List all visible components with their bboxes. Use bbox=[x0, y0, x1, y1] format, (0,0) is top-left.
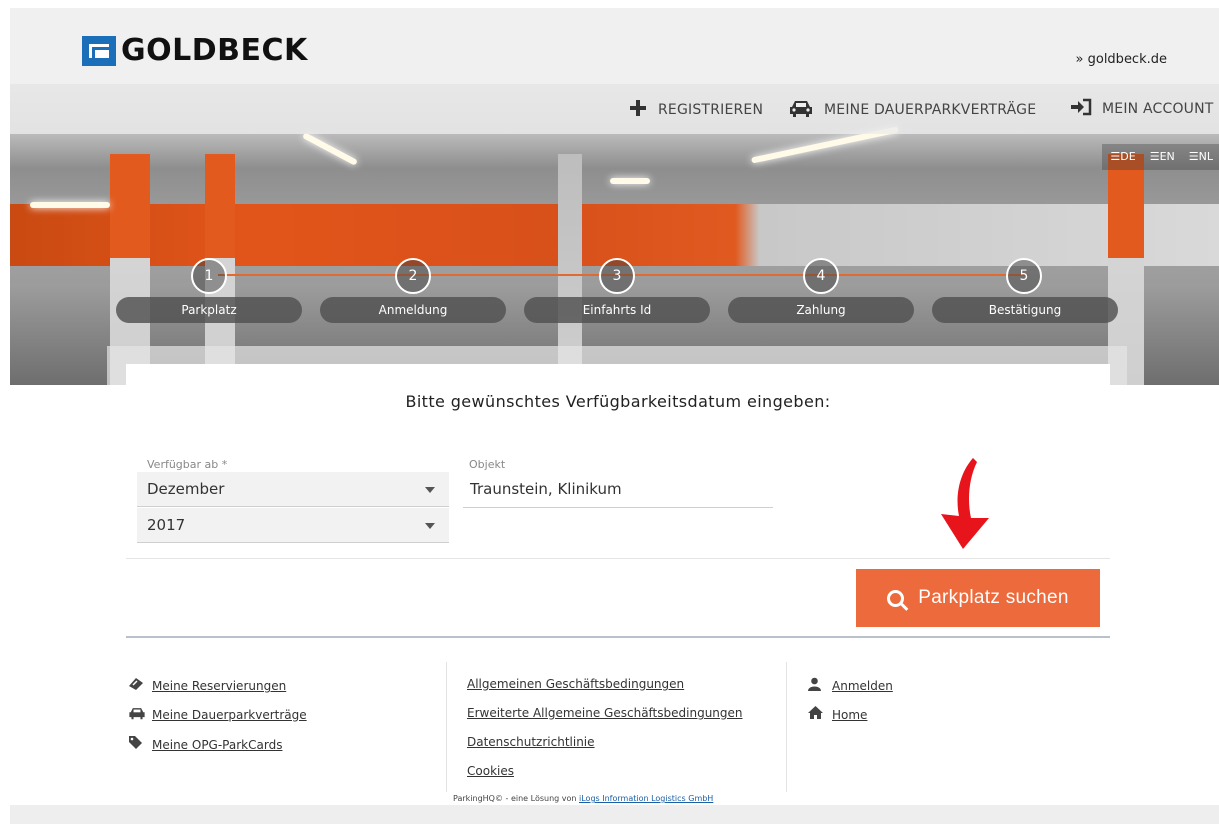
step-4-circle: 4 bbox=[803, 258, 839, 294]
nav-dauerparkvertraege-label: MEINE DAUERPARKVERTRÄGE bbox=[824, 102, 1037, 118]
red-arrow-annotation bbox=[941, 458, 989, 549]
step-3-label: Einfahrts Id bbox=[524, 297, 710, 323]
ticket-icon bbox=[128, 677, 146, 695]
footer-home-link[interactable]: Home bbox=[808, 706, 867, 723]
lang-en[interactable]: ☰EN bbox=[1142, 144, 1181, 170]
car-icon bbox=[788, 98, 814, 122]
step-5-circle: 5 bbox=[1006, 258, 1042, 294]
object-label: Objekt bbox=[469, 458, 506, 471]
step-2-label: Anmeldung bbox=[320, 297, 506, 323]
object-input[interactable]: Traunstein, Klinikum bbox=[463, 472, 773, 508]
search-button-label: Parkplatz suchen bbox=[918, 587, 1069, 608]
footer-datenschutz-link[interactable]: Datenschutzrichtlinie bbox=[467, 735, 595, 749]
nav-register-label: REGISTRIEREN bbox=[658, 102, 764, 118]
footer-cookies-link[interactable]: Cookies bbox=[467, 764, 514, 778]
tag-icon bbox=[128, 735, 146, 754]
month-select[interactable]: Dezember bbox=[137, 472, 449, 507]
year-select[interactable]: 2017 bbox=[137, 508, 449, 543]
plus-icon bbox=[628, 98, 648, 122]
goldbeck-de-link[interactable]: » goldbeck.de bbox=[1076, 52, 1167, 67]
step-5-label: Bestätigung bbox=[932, 297, 1118, 323]
search-icon bbox=[887, 589, 905, 607]
chevron-down-icon bbox=[425, 523, 435, 529]
nav-dauerparkvertraege[interactable]: MEINE DAUERPARKVERTRÄGE bbox=[788, 98, 1036, 122]
lang-nl[interactable]: ☰NL bbox=[1181, 144, 1219, 170]
search-parking-button[interactable]: Parkplatz suchen bbox=[856, 569, 1100, 627]
car-icon bbox=[128, 706, 146, 724]
hero-banner: REGISTRIEREN MEINE DAUERPARKVERTRÄGE MEI… bbox=[10, 84, 1219, 385]
nav-account[interactable]: MEIN ACCOUNT bbox=[1070, 98, 1214, 120]
step-2-circle: 2 bbox=[395, 258, 431, 294]
sign-in-icon bbox=[1070, 98, 1092, 120]
nav-register[interactable]: REGISTRIEREN bbox=[628, 98, 763, 122]
language-switcher: ☰DE ☰EN ☰NL bbox=[1102, 144, 1219, 170]
lang-de[interactable]: ☰DE bbox=[1102, 144, 1141, 170]
nav-account-label: MEIN ACCOUNT bbox=[1102, 101, 1214, 117]
year-value: 2017 bbox=[147, 516, 186, 534]
top-nav: REGISTRIEREN MEINE DAUERPARKVERTRÄGE MEI… bbox=[10, 84, 1219, 134]
date-label: Verfügbar ab * bbox=[147, 458, 228, 471]
home-icon bbox=[808, 706, 826, 723]
footer-reservierungen-link[interactable]: Meine Reservierungen bbox=[128, 677, 286, 695]
form-title: Bitte gewünschtes Verfügbarkeitsdatum ei… bbox=[405, 392, 831, 411]
object-value: Traunstein, Klinikum bbox=[470, 480, 622, 498]
header-bar: GOLDBECK » goldbeck.de bbox=[10, 8, 1219, 84]
footer: Meine Reservierungen Meine Dauerparkvert… bbox=[10, 640, 1219, 805]
chevron-down-icon bbox=[425, 487, 435, 493]
ilogs-link[interactable]: iLogs Information Logistics GmbH bbox=[579, 794, 713, 803]
footer-erweiterte-agb-link[interactable]: Erweiterte Allgemeine Geschäftsbedingung… bbox=[467, 706, 743, 720]
footer-anmelden-link[interactable]: Anmelden bbox=[808, 677, 893, 695]
step-4-label: Zahlung bbox=[728, 297, 914, 323]
month-value: Dezember bbox=[147, 480, 225, 498]
step-3-circle: 3 bbox=[599, 258, 635, 294]
step-1-circle: 1 bbox=[191, 258, 227, 294]
footer-dauerparkvertraege-link[interactable]: Meine Dauerparkverträge bbox=[128, 706, 307, 724]
user-icon bbox=[808, 677, 826, 695]
step-1-label: Parkplatz bbox=[116, 297, 302, 323]
footer-agb-link[interactable]: Allgemeinen Geschäftsbedingungen bbox=[467, 677, 684, 691]
footer-parkcards-link[interactable]: Meine OPG-ParkCards bbox=[128, 735, 282, 754]
goldbeck-logo-mark bbox=[82, 35, 116, 66]
brand-name: GOLDBECK bbox=[121, 33, 308, 68]
footer-credit: ParkingHQ© - eine Lösung von iLogs Infor… bbox=[453, 794, 714, 803]
goldbeck-logo[interactable]: GOLDBECK bbox=[82, 33, 308, 68]
